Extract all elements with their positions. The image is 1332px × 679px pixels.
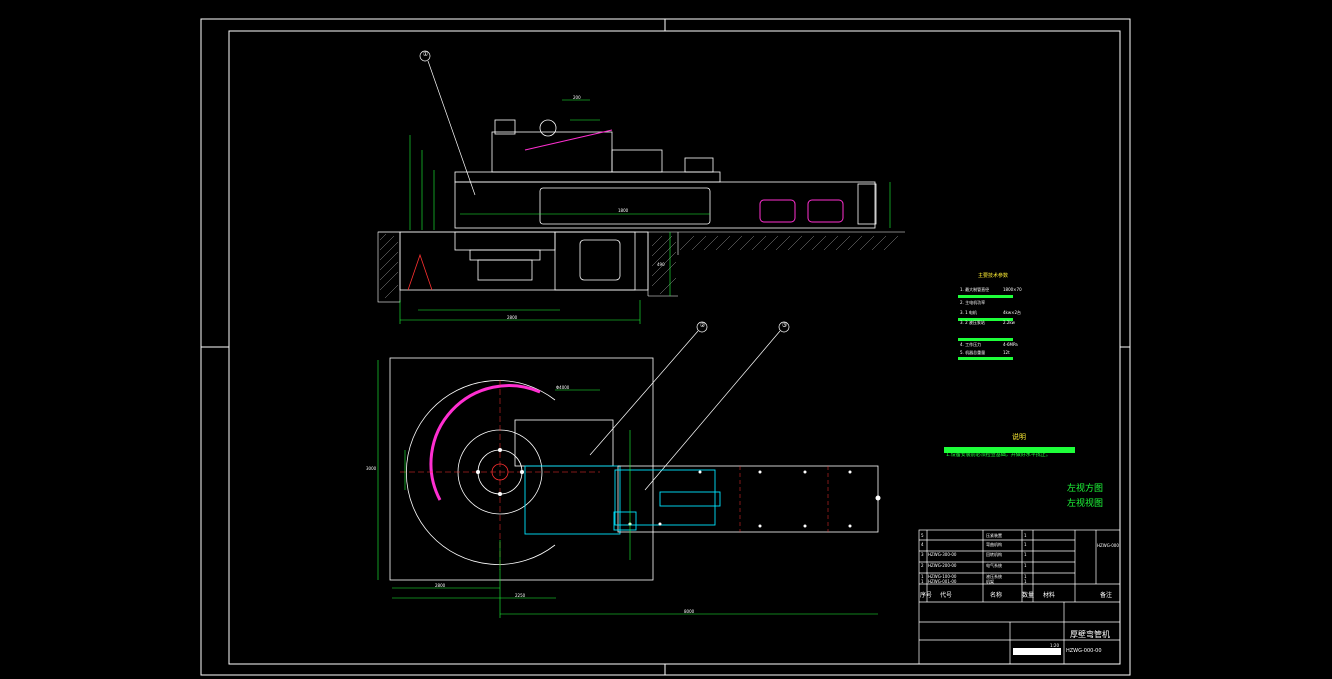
drawing-name: 厚壁弯管机 <box>1070 630 1110 639</box>
bom-no: 1 <box>921 579 924 584</box>
tb-right-tag: HZWG-000 <box>1097 543 1119 548</box>
specs-title: 主要技术参数 <box>978 273 1009 279</box>
dim-top-small: 200 <box>573 95 581 100</box>
tb-header: 材料 <box>1043 592 1056 599</box>
bom-name: 弯曲机构 <box>986 542 1002 547</box>
drawing-code: HZWG-000-00 <box>1066 648 1102 654</box>
bom-no: 2 <box>921 563 924 568</box>
bom-name: 机架 <box>986 579 994 584</box>
drawing-sheet <box>200 18 1131 676</box>
tb-scale: 1:20 <box>1050 643 1059 648</box>
bom-qty: 1 <box>1024 563 1027 568</box>
balloon-3: ③ <box>781 322 788 329</box>
inner-border <box>228 30 1121 665</box>
tb-header: 备注 <box>1100 592 1113 599</box>
dim-plan-x2: 2250 <box>515 593 526 598</box>
dim-rise: 490 <box>657 262 665 267</box>
bom-name: 回转机构 <box>986 552 1002 557</box>
tb-header: 名称 <box>990 592 1003 599</box>
spec-row-label: 3. 1 电机 <box>960 310 977 315</box>
dim-plan-dia: Φ4000 <box>556 385 570 390</box>
handwritten-note-2: 左视视图 <box>1067 499 1104 509</box>
spec-row-value: 4-6MPa <box>1003 342 1018 347</box>
bom-qty: 1 <box>1024 552 1027 557</box>
bom-name: 压紧装置 <box>986 533 1002 538</box>
bom-code: HZWG-001-00 <box>928 579 957 584</box>
dim-plan-height: 3000 <box>366 466 377 471</box>
dim-top-width: 2800 <box>507 315 518 320</box>
spec-row-label: 5. 机器总重量 <box>960 350 986 355</box>
bom-code: HZWG-200-00 <box>928 563 957 568</box>
spec-row-value: 12t <box>1003 350 1010 355</box>
tb-fill-bar <box>1013 648 1061 655</box>
bom-no: 3 <box>921 552 924 557</box>
notes-title: 说明 <box>1012 433 1026 441</box>
tb-header: 数量 <box>1022 592 1035 599</box>
balloon-2: ② <box>699 322 706 329</box>
bom-qty: 1 <box>1024 542 1027 547</box>
spec-row-value: 4kw×2台 <box>1003 310 1022 315</box>
bom-qty: 1 <box>1024 533 1027 538</box>
bom-name: 电气系统 <box>986 563 1002 568</box>
spec-row-label: 1. 最大制管直径 <box>960 287 990 292</box>
dim-plan-x1: 2800 <box>435 583 446 588</box>
spec-row-label: 4. 工作压力 <box>960 342 982 347</box>
tb-header: 代号 <box>940 592 953 599</box>
bom-code: HZWG-300-00 <box>928 552 957 557</box>
plan-view <box>377 357 881 618</box>
bom-qty: 1 <box>1024 579 1027 584</box>
dim-top-length: 1800 <box>618 208 629 213</box>
elevation-view <box>377 99 905 324</box>
bom-no: 5 <box>921 533 924 538</box>
spec-row-label: 3. 2 液压泵站 <box>960 320 985 325</box>
handwritten-note-1: 左视方图 <box>1067 484 1104 494</box>
spec-row-value: 2.2kw <box>1003 320 1015 325</box>
spec-row-value: 1800×70 <box>1003 287 1022 292</box>
spec-row-label: 2. 主电机功率 <box>960 300 986 305</box>
balloon-1: ① <box>422 51 429 58</box>
notes-text: 1.设备安装前必须检查基础，并做好水平找正。 <box>946 452 1051 458</box>
tb-header: 序号 <box>920 592 933 599</box>
leader-lines <box>419 50 790 491</box>
dim-plan-total: 8000 <box>684 609 695 614</box>
bom-no: 4 <box>921 542 924 547</box>
